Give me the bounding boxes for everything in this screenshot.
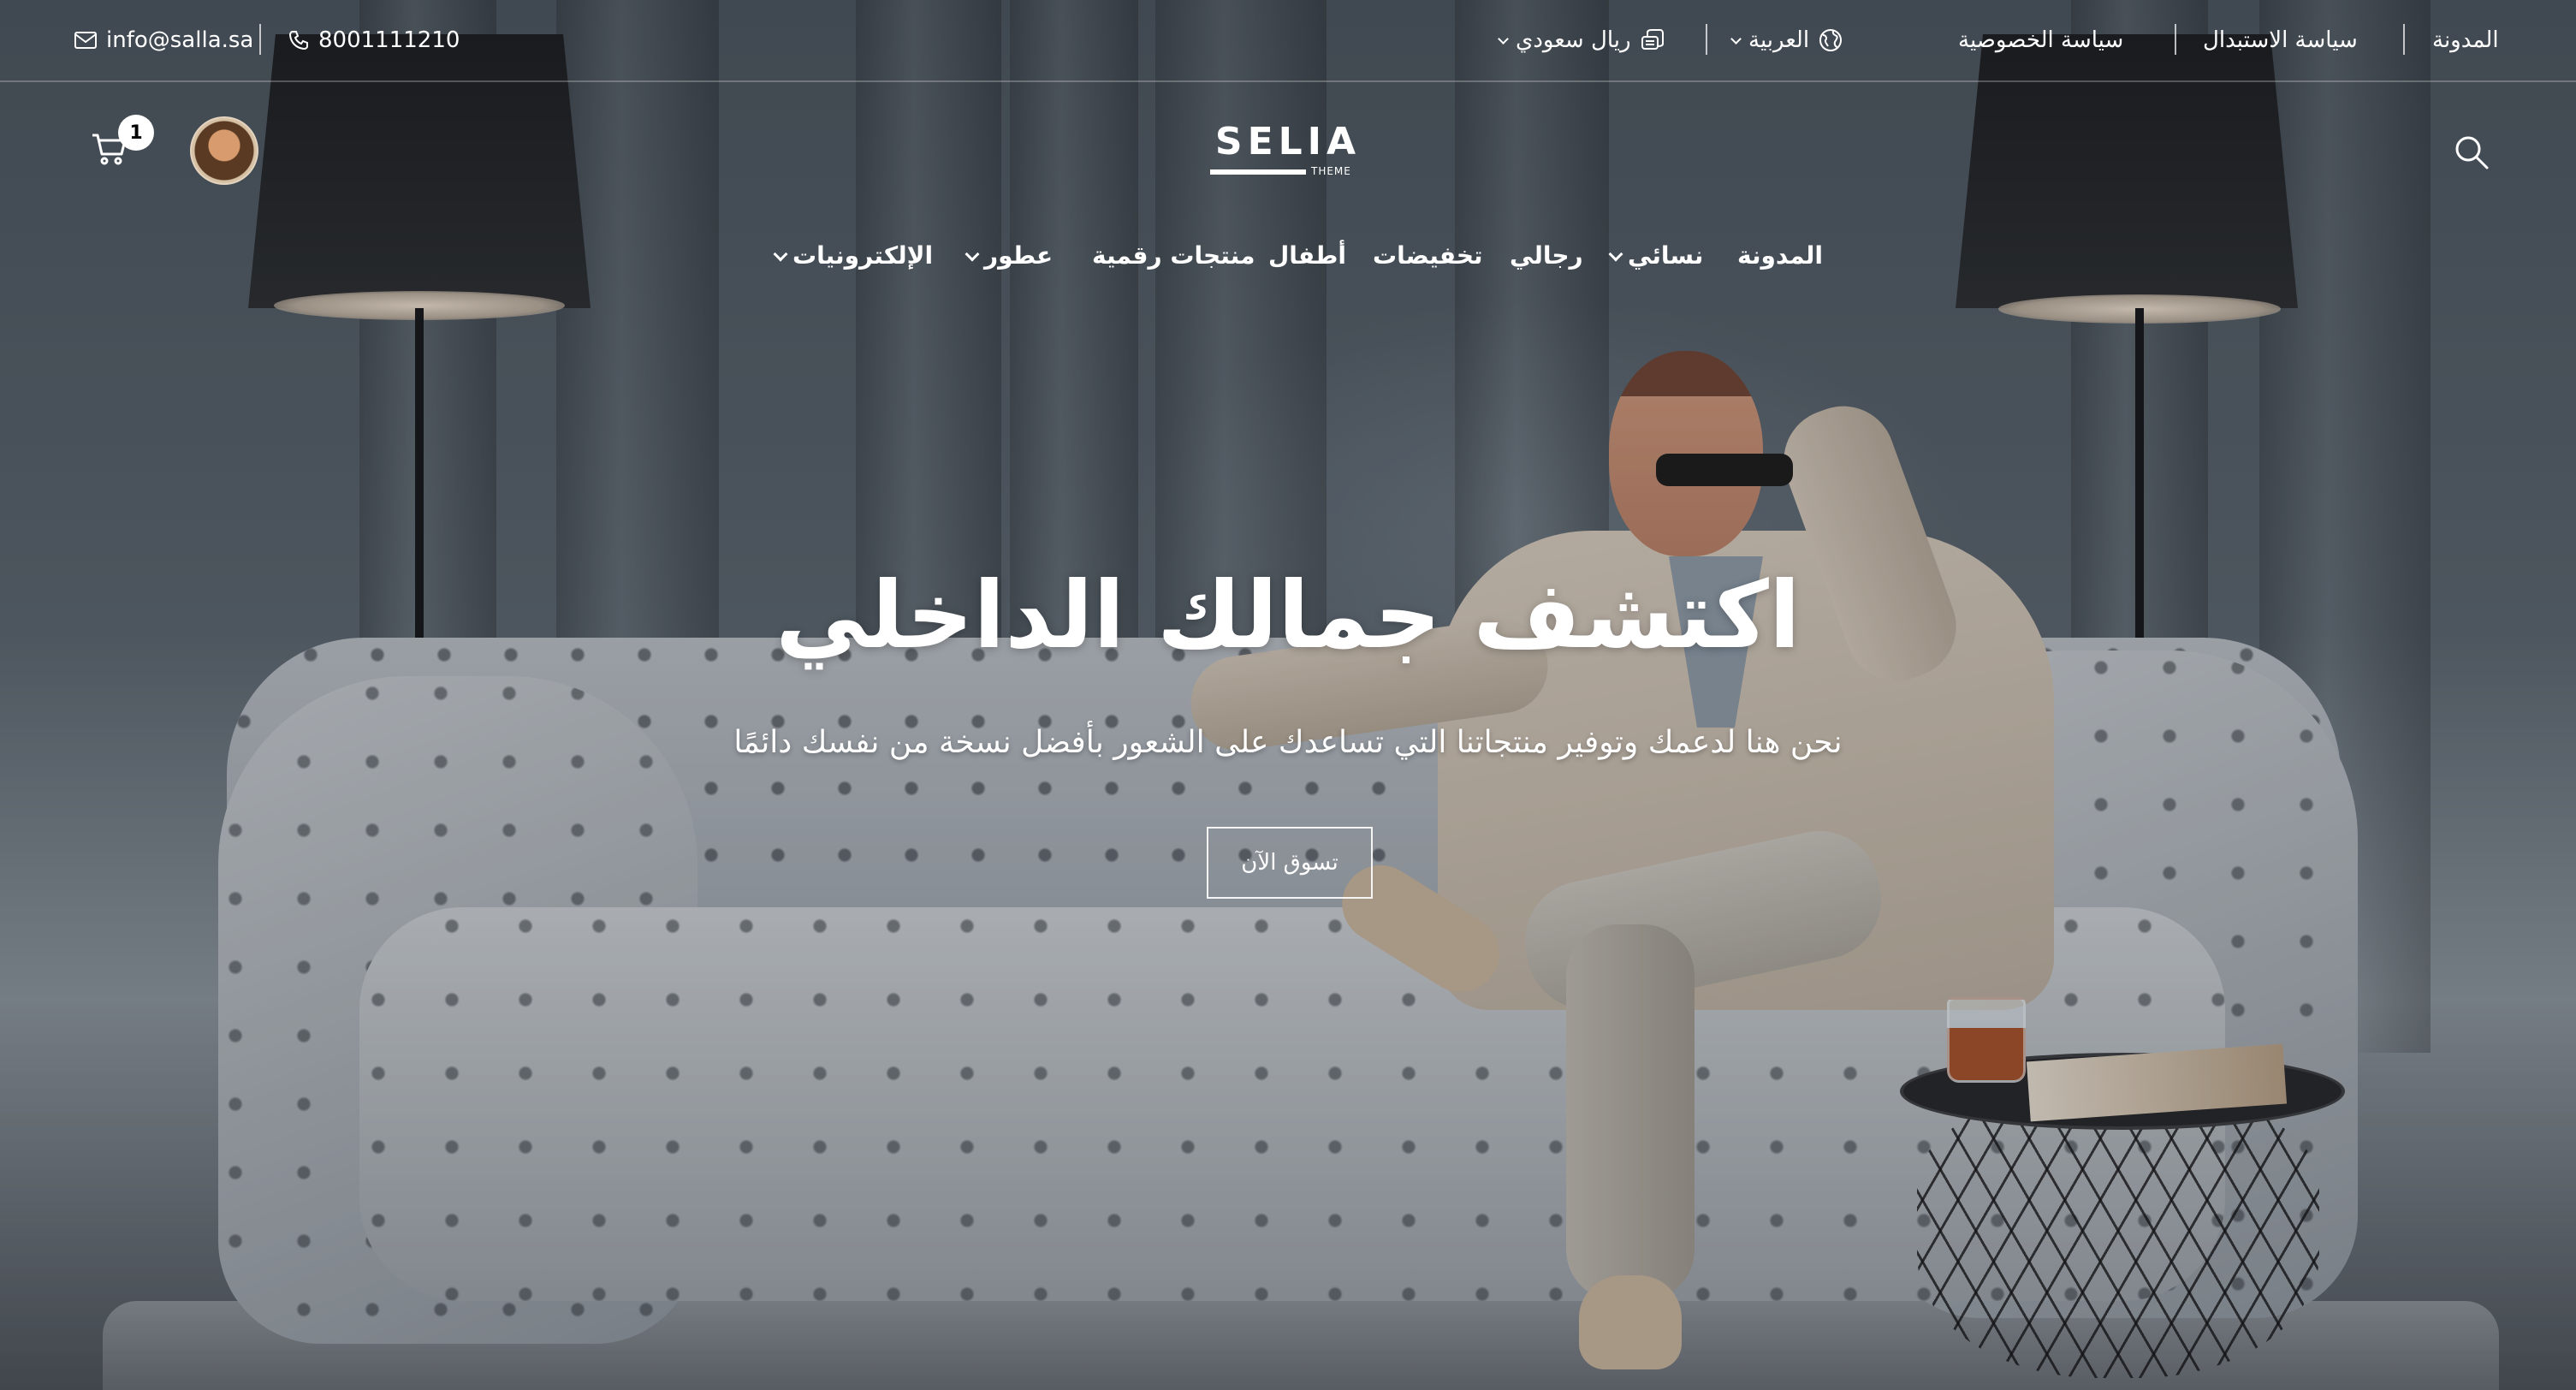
nav-item-label: تخفيضات	[1373, 241, 1483, 270]
avatar[interactable]	[190, 116, 258, 185]
chevron-down-icon	[1608, 247, 1623, 262]
search-button[interactable]	[2453, 134, 2490, 171]
globe-icon	[1818, 27, 1843, 53]
logo-subtitle: THEME	[1311, 165, 1351, 177]
nav-item-perfumes[interactable]: عطور	[965, 236, 1054, 276]
logo-underline	[1210, 169, 1306, 175]
chevron-down-icon	[773, 247, 788, 262]
nav-item-label: عطور	[984, 241, 1054, 270]
hero-background-image	[0, 0, 2576, 1390]
phone-link[interactable]: 8001111210	[288, 23, 460, 57]
nav-item-label: الإلكترونيات	[792, 241, 934, 270]
mail-icon	[74, 31, 98, 50]
divider	[259, 24, 261, 55]
hero-subtitle: نحن هنا لدعمك وتوفير منتجاتنا التي تساعد…	[733, 725, 1843, 760]
phone-icon	[288, 29, 310, 51]
chevron-down-icon	[1730, 33, 1742, 45]
blog-link-label: المدونة	[2432, 27, 2499, 53]
hero-overlay	[0, 0, 2576, 1390]
nav-item-sales[interactable]: تخفيضات	[1373, 236, 1483, 276]
shop-now-button[interactable]: تسوق الآن	[1207, 827, 1373, 899]
logo-text: SELIA	[1214, 120, 1362, 163]
nav-item-label: منتجات رقمية	[1092, 241, 1255, 270]
nav-item-blog[interactable]: المدونة	[1737, 236, 1823, 276]
divider	[2403, 24, 2405, 55]
hero-title: اكتشف جمالك الداخلي	[775, 562, 1801, 669]
divider	[2175, 24, 2176, 55]
cart-count-badge: 1	[118, 115, 154, 151]
currency-selector[interactable]: ريال سعودي	[1498, 23, 1665, 57]
top-bar: info@salla.sa 8001111210 ريال سعودي العر…	[0, 0, 2576, 82]
nav-item-electronics[interactable]: الإلكترونيات	[773, 236, 934, 276]
divider	[1706, 24, 1707, 55]
nav-item-women[interactable]: نسائي	[1608, 236, 1704, 276]
blog-link[interactable]: المدونة	[2432, 23, 2499, 57]
nav-item-kids[interactable]: أطفال	[1268, 236, 1346, 276]
phone-text: 8001111210	[318, 27, 460, 53]
search-icon	[2453, 134, 2490, 171]
currency-label: ريال سعودي	[1516, 27, 1631, 53]
nav-item-label: نسائي	[1628, 241, 1704, 270]
nav-item-digital-products[interactable]: منتجات رقمية	[1092, 236, 1255, 276]
logo[interactable]: SELIA THEME	[1207, 122, 1369, 181]
privacy-policy-label: سياسة الخصوصية	[1958, 27, 2124, 53]
language-selector[interactable]: العربية	[1730, 23, 1843, 57]
nav-item-label: المدونة	[1737, 241, 1823, 270]
chevron-down-icon	[1498, 33, 1509, 45]
chevron-down-icon	[965, 247, 980, 262]
email-text: info@salla.sa	[106, 27, 254, 53]
exchange-policy-link[interactable]: سياسة الاستبدال	[2203, 23, 2358, 57]
nav-item-men[interactable]: رجالي	[1510, 236, 1583, 276]
nav-item-label: رجالي	[1510, 241, 1583, 270]
coins-icon	[1640, 27, 1665, 53]
email-link[interactable]: info@salla.sa	[74, 23, 253, 57]
privacy-policy-link[interactable]: سياسة الخصوصية	[1958, 23, 2123, 57]
exchange-policy-label: سياسة الاستبدال	[2203, 27, 2358, 53]
nav-item-label: أطفال	[1268, 241, 1346, 270]
language-label: العربية	[1748, 27, 1810, 53]
